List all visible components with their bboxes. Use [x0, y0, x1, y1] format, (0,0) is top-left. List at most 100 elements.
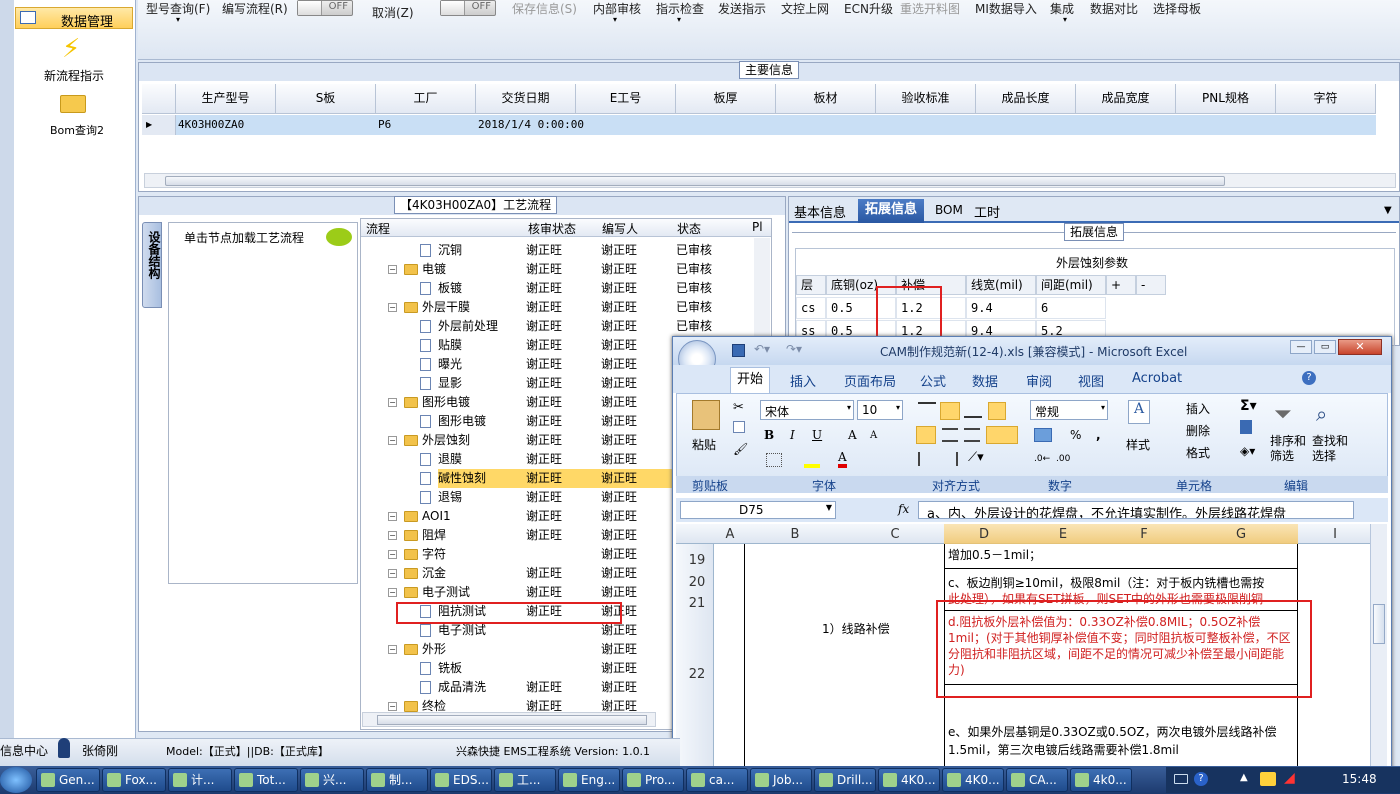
taskbar-button[interactable]: EDS...: [430, 768, 492, 792]
tab-basic-info[interactable]: 基本信息: [794, 202, 846, 221]
number-format-select[interactable]: 常规 ▾: [1030, 400, 1108, 420]
indent-decrease-button[interactable]: [918, 452, 934, 466]
redo-icon[interactable]: ↷▾: [786, 342, 802, 356]
ribbon-tab[interactable]: 视图: [1078, 371, 1104, 390]
borders-button[interactable]: [766, 453, 782, 467]
close-button[interactable]: ✕: [1338, 339, 1382, 355]
sheet-col-header[interactable]: A: [716, 527, 744, 542]
taskbar-button[interactable]: Drill...: [814, 768, 876, 792]
expand-toggle[interactable]: −: [388, 569, 397, 578]
cancel-button[interactable]: 取消(Z): [372, 4, 414, 22]
find-select-icon[interactable]: ⌕: [1316, 402, 1344, 426]
decimal-decrease-button[interactable]: .00: [1056, 454, 1070, 464]
tree-hscroll[interactable]: [362, 712, 656, 727]
taskbar-button[interactable]: Tot...: [234, 768, 298, 792]
maximize-button[interactable]: ▭: [1314, 340, 1336, 354]
merge-button[interactable]: [986, 426, 1018, 444]
lightning-icon[interactable]: ⚡: [62, 34, 84, 64]
align-bottom-button[interactable]: [964, 402, 982, 418]
main-info-row[interactable]: [176, 115, 1376, 135]
taskbar-button[interactable]: Gen...: [36, 768, 100, 792]
ribbon-tab-home[interactable]: 开始: [730, 367, 770, 393]
sheet-col-header[interactable]: C: [846, 527, 944, 542]
help-tray-icon[interactable]: ?: [1194, 772, 1208, 786]
shrink-font-button[interactable]: A: [870, 430, 877, 441]
sidebar-header[interactable]: 数据管理: [15, 7, 133, 30]
formula-input[interactable]: a、内、外层设计的花焊盘，不允许填实制作。外层线路花焊盘: [918, 501, 1354, 519]
clock[interactable]: 15:48: [1342, 772, 1377, 786]
main-info-cell[interactable]: 4K03H00ZA0: [178, 116, 244, 134]
expand-toggle[interactable]: −: [388, 645, 397, 654]
decimal-increase-button[interactable]: .0←: [1034, 454, 1050, 464]
ribbon-tab[interactable]: 审阅: [1026, 371, 1052, 390]
tree-row[interactable]: 沉铜 谢正旺 谢正旺 已审核: [362, 241, 774, 260]
main-col-header[interactable]: E工号: [576, 84, 676, 114]
mi-import-button[interactable]: MI数据导入: [975, 0, 1037, 18]
col-status[interactable]: 状态: [677, 220, 701, 237]
main-col-header[interactable]: S板: [276, 84, 376, 114]
cell-d19[interactable]: 增加0.5－1mil；: [948, 546, 1041, 563]
ribbon-tab[interactable]: 页面布局: [844, 371, 896, 390]
ext-col-header[interactable]: +: [1106, 275, 1136, 295]
taskbar-button[interactable]: 4K0...: [878, 768, 940, 792]
main-col-header[interactable]: 生产型号: [176, 84, 276, 114]
taskbar-button[interactable]: Eng...: [558, 768, 620, 792]
sheet-vscroll[interactable]: [1370, 524, 1387, 770]
align-center-button[interactable]: [942, 428, 958, 442]
fill-icon[interactable]: [1240, 420, 1252, 434]
sidebar-item-new-process[interactable]: 新流程指示: [44, 67, 104, 84]
process-hint[interactable]: 单击节点加载工艺流程: [184, 229, 304, 246]
format-cells-button[interactable]: 格式: [1186, 444, 1210, 461]
cut-icon[interactable]: ✂: [733, 400, 744, 415]
tray-arrow-icon[interactable]: ▲: [1240, 772, 1248, 783]
sheet-col-header[interactable]: B: [746, 527, 844, 542]
help-icon[interactable]: ?: [1302, 371, 1316, 385]
save-info-button[interactable]: 保存信息(S): [512, 0, 577, 18]
sheet-col-header[interactable]: D: [946, 527, 1022, 542]
main-col-header[interactable]: 字符: [1276, 84, 1376, 114]
delete-cells-button[interactable]: 删除: [1186, 422, 1210, 439]
fill-color-button[interactable]: [804, 452, 820, 468]
ribbon-tab[interactable]: 公式: [920, 371, 946, 390]
underline-button[interactable]: U: [812, 428, 822, 442]
undo-icon[interactable]: ↶▾: [754, 342, 770, 356]
expand-toggle[interactable]: −: [388, 702, 397, 711]
copy-icon[interactable]: [733, 421, 745, 433]
status-info-center[interactable]: 信息中心: [0, 742, 48, 759]
edit-process-button[interactable]: 编写流程(R): [222, 0, 288, 18]
font-color-button[interactable]: A: [838, 450, 847, 468]
comma-button[interactable]: ,: [1096, 428, 1101, 442]
taskbar-button[interactable]: 4K0...: [942, 768, 1004, 792]
ecn-upgrade-button[interactable]: ECN升级: [844, 0, 893, 18]
main-col-header[interactable]: 验收标准: [876, 84, 976, 114]
reselect-cut-button[interactable]: 重选开料图: [900, 0, 960, 18]
taskbar-button[interactable]: ca...: [686, 768, 748, 792]
col-writer[interactable]: 编写人: [602, 220, 638, 237]
cell-c-line-compensation[interactable]: 1）线路补偿: [822, 620, 890, 637]
taskbar-button[interactable]: CA...: [1006, 768, 1068, 792]
start-button[interactable]: [0, 767, 32, 793]
integrate-button[interactable]: 集成: [1050, 0, 1074, 18]
col-pl[interactable]: Pl: [752, 220, 763, 234]
folder-open-icon[interactable]: [60, 95, 86, 113]
sort-filter-icon[interactable]: ⏷: [1274, 402, 1300, 428]
select-master-button[interactable]: 选择母板: [1153, 0, 1201, 18]
network-icon[interactable]: [1260, 772, 1276, 786]
keyboard-icon[interactable]: [1174, 774, 1188, 784]
ribbon-tab[interactable]: Acrobat: [1132, 371, 1182, 386]
chevron-down-icon[interactable]: ▼: [1384, 205, 1392, 216]
sheet-col-header[interactable]: I: [1300, 527, 1370, 542]
font-size-select[interactable]: 10 ▾: [857, 400, 903, 420]
paste-icon[interactable]: [692, 400, 720, 430]
ext-col-header[interactable]: 间距(mil): [1036, 275, 1106, 295]
col-process[interactable]: 流程: [366, 220, 390, 237]
side-tab-equipment[interactable]: 设备结构: [142, 222, 162, 308]
wrap-text-button[interactable]: [988, 402, 1006, 420]
taskbar-button[interactable]: Pro...: [622, 768, 684, 792]
taskbar-button[interactable]: 工...: [494, 768, 556, 792]
main-col-header[interactable]: 工厂: [376, 84, 476, 114]
main-info-hscroll[interactable]: [144, 173, 1396, 188]
cell-d23[interactable]: e、如果外层基铜是0.33OZ或0.5OZ，两次电镀外层线路补偿1.5mil，第…: [948, 723, 1294, 759]
taskbar-button[interactable]: 兴...: [300, 768, 364, 792]
expand-toggle[interactable]: −: [388, 265, 397, 274]
